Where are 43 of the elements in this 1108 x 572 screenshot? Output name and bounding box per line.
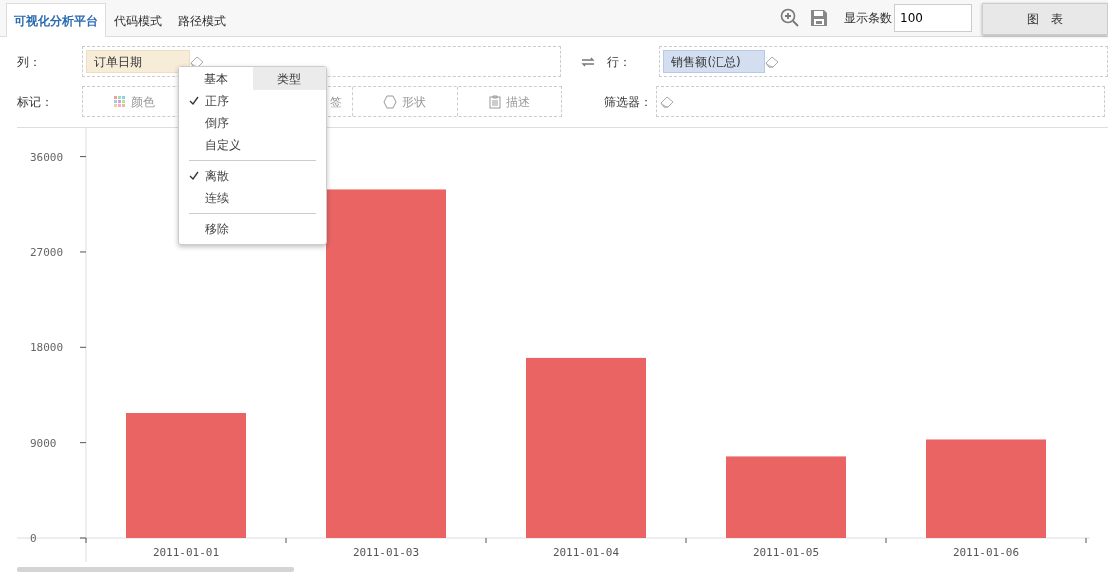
chart-button[interactable]: 图 表 [982, 3, 1108, 35]
y-tick-label: 27000 [30, 245, 64, 259]
menu-tab[interactable]: 类型 [252, 67, 326, 90]
tab[interactable]: 可视化分析平台 [6, 3, 106, 37]
field-pill[interactable]: 订单日期 [85, 50, 190, 73]
tab[interactable]: 路径模式 [170, 4, 234, 37]
x-tick-label: 2011-01-05 [752, 546, 820, 559]
eraser-icon [765, 55, 780, 68]
hexagon-icon [383, 94, 398, 109]
scrollbar[interactable] [17, 567, 294, 572]
swap-icon[interactable] [581, 56, 596, 67]
tick-mark [79, 442, 87, 444]
shelf-label: 行： [607, 53, 633, 71]
tick-mark [79, 156, 87, 158]
tick-mark [79, 346, 87, 348]
count-label: 显示条数 [844, 9, 892, 27]
x-tick-label: 2011-01-06 [952, 546, 1020, 559]
shelf-label: 筛选器： [604, 93, 653, 111]
zoom-icon[interactable] [780, 7, 800, 28]
x-tick-label: 2011-01-03 [352, 546, 420, 559]
menu-item[interactable]: 自定义 [205, 136, 241, 154]
tick-mark [79, 251, 87, 253]
field-pill[interactable]: 销售额(汇总) [663, 50, 766, 73]
menu-item[interactable]: 连续 [205, 189, 229, 207]
palette-icon [114, 95, 127, 108]
count-field[interactable]: 100 [894, 3, 972, 32]
y-tick-label: 36000 [30, 150, 64, 164]
eraser-icon [660, 95, 674, 108]
menu-item[interactable]: 移除 [205, 220, 229, 238]
save-icon[interactable] [810, 8, 828, 27]
clipboard-icon [488, 94, 501, 109]
y-tick-label: 18000 [30, 341, 64, 355]
shelf-label: 列： [16, 53, 42, 71]
y-tick-label: 0 [30, 532, 37, 545]
menu-item[interactable]: 倒序 [205, 114, 229, 132]
y-tick-label: 9000 [30, 436, 57, 450]
x-tick-label: 2011-01-04 [552, 546, 620, 559]
tab[interactable]: 代码模式 [106, 4, 170, 37]
menu-item[interactable]: 离散 [205, 167, 229, 185]
tick-mark [79, 537, 87, 539]
shelf-label: 标记： [16, 93, 54, 111]
x-tick-label: 2011-01-01 [152, 546, 220, 559]
menu-item[interactable]: 正序 [205, 92, 229, 110]
